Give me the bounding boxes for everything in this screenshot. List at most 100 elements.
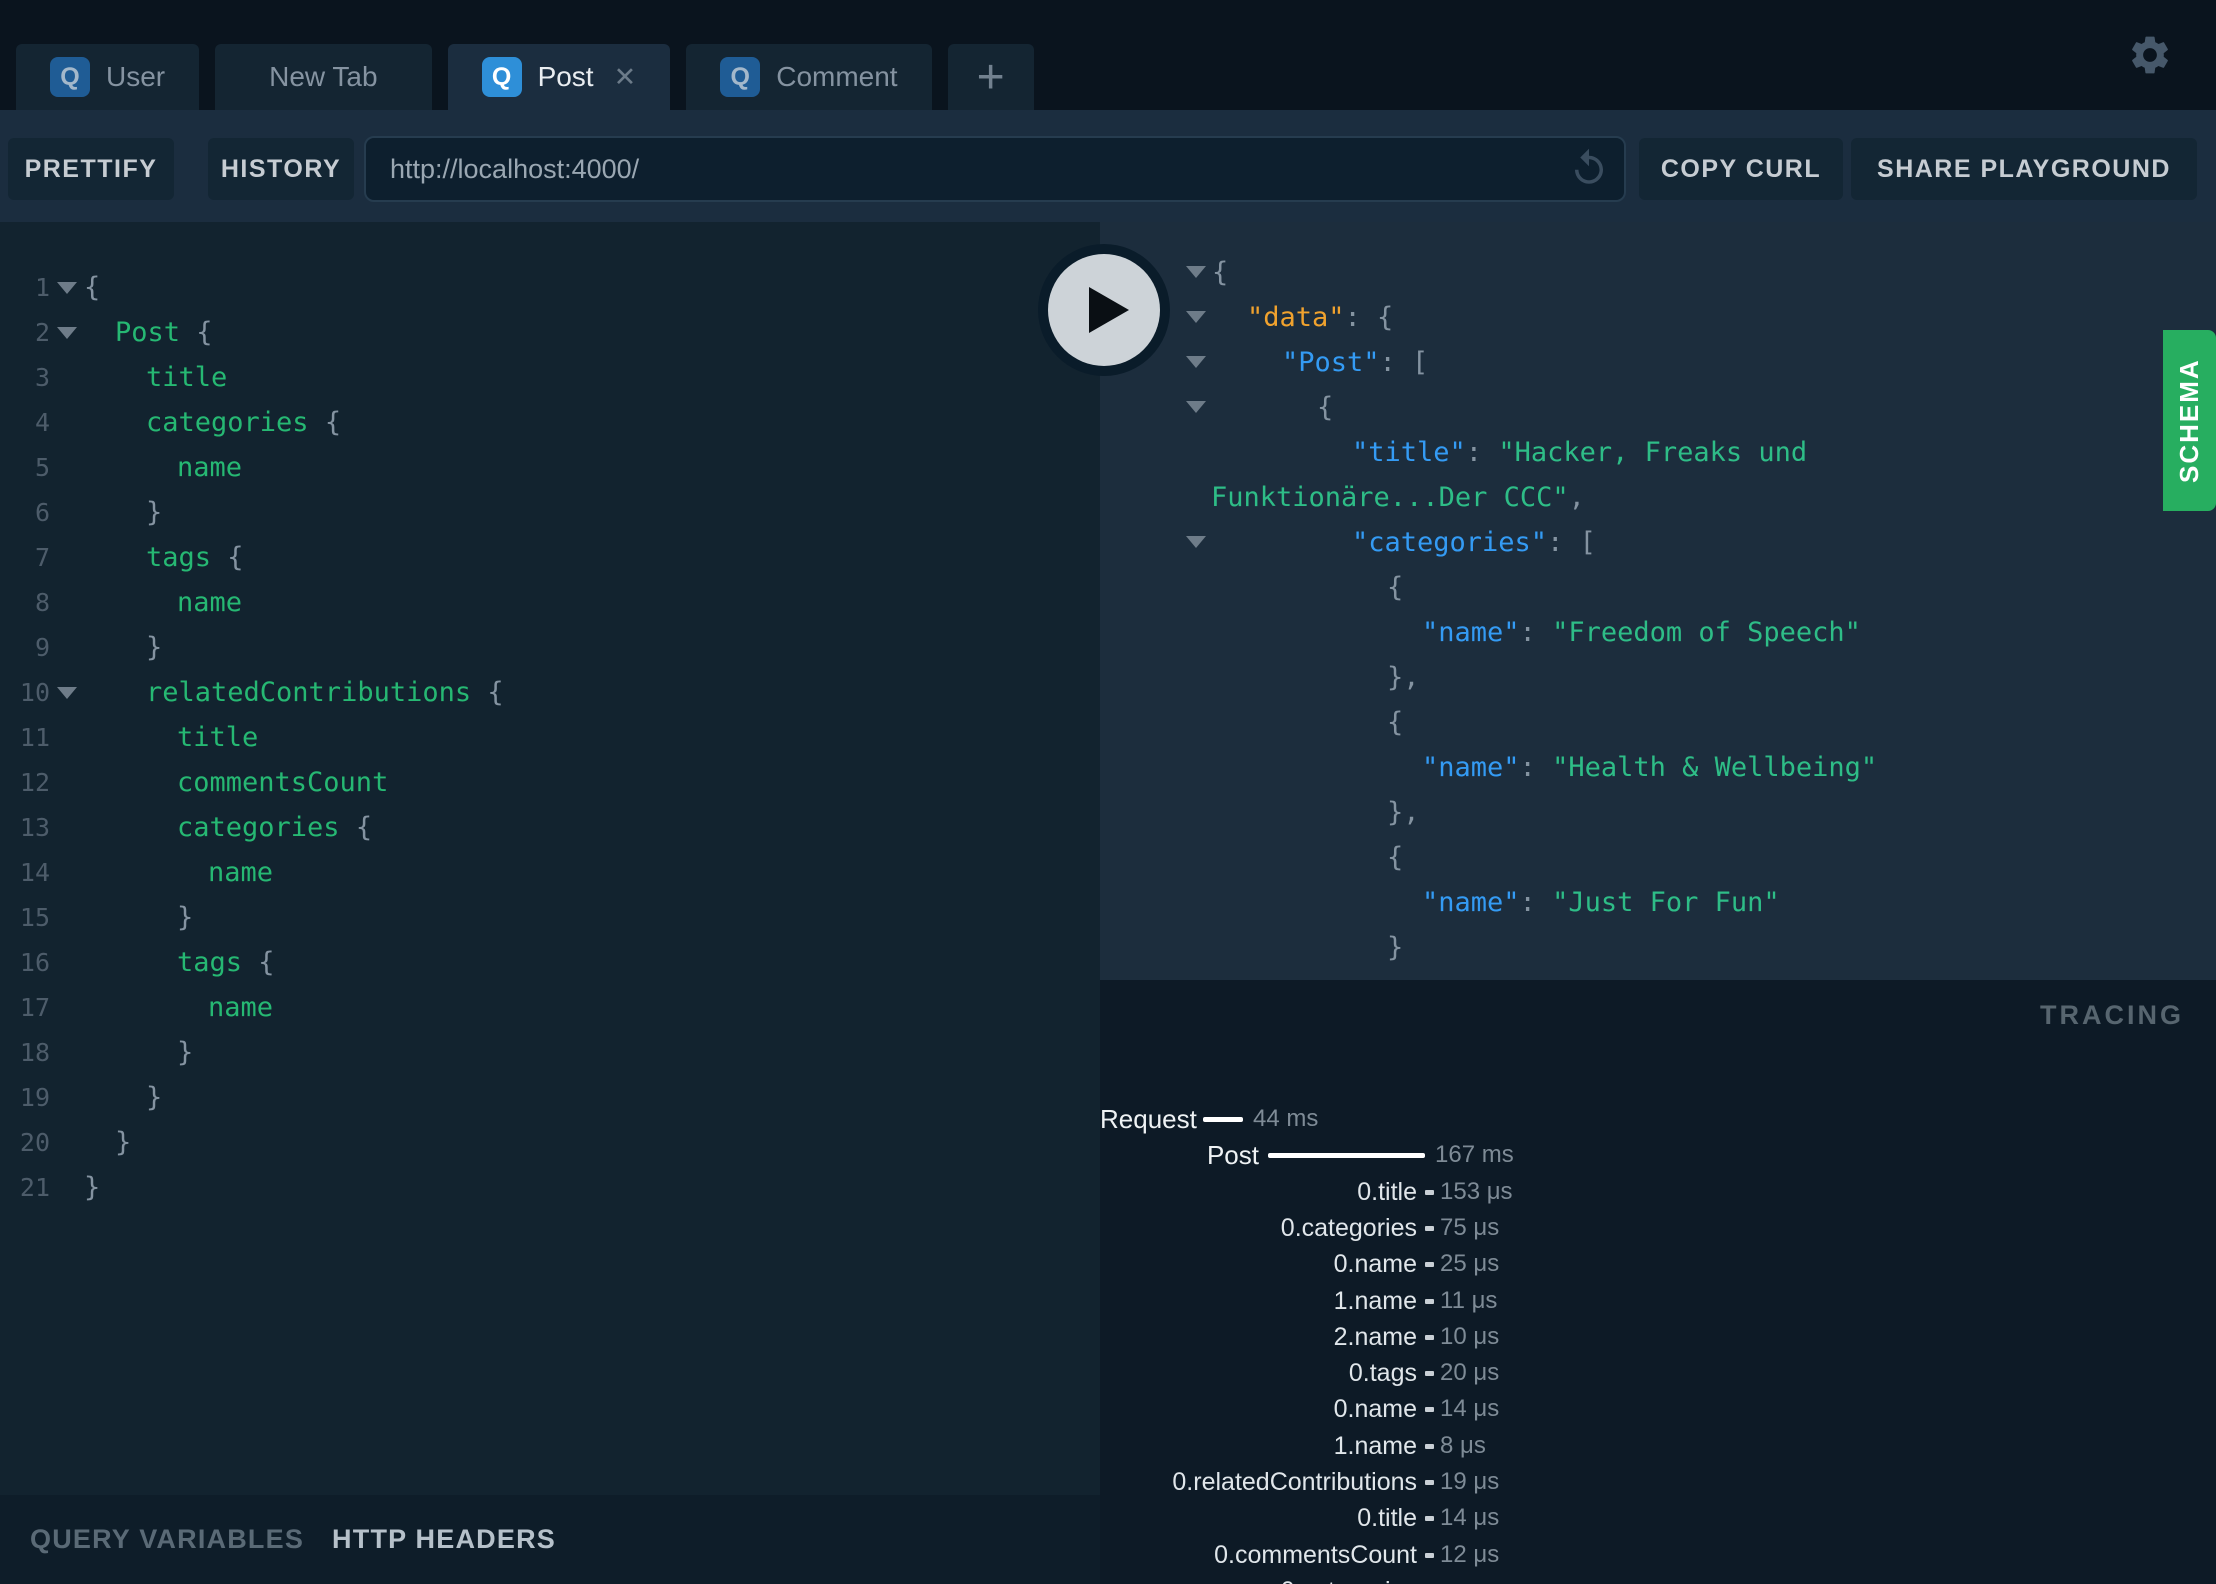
editor-line: 15} [0, 895, 1100, 940]
code-token: Post [115, 317, 181, 348]
code-token: relatedContributions [146, 677, 472, 708]
json-token: : [1465, 437, 1499, 468]
tab-user[interactable]: Q User [16, 44, 200, 110]
json-token: : { [1344, 302, 1394, 333]
code-token: tags [177, 947, 243, 978]
json-token: "title" [1352, 437, 1466, 468]
response-line: { [1100, 385, 2216, 430]
editor-line: 21} [0, 1165, 1100, 1210]
http-headers-tab[interactable]: HTTP HEADERS [332, 1524, 556, 1555]
json-token: { [1387, 842, 1404, 873]
trace-duration-bar [1268, 1152, 1425, 1158]
trace-duration-bar [1203, 1116, 1243, 1122]
editor-line: 19} [0, 1075, 1100, 1120]
fold-arrow-icon[interactable] [1186, 266, 1206, 278]
line-number: 1 [34, 273, 50, 302]
line-number: 21 [19, 1173, 50, 1202]
code-token: } [146, 1082, 163, 1113]
code-token: { [242, 947, 275, 978]
trace-duration-value: 167 ms [1435, 1141, 1514, 1168]
tab-post[interactable]: Q Post ✕ [447, 44, 671, 110]
tab-label: User [106, 61, 166, 92]
url-input[interactable] [366, 153, 1568, 185]
schema-tab[interactable]: SCHEMA [2163, 330, 2216, 511]
trace-label: 0.categories [1280, 1213, 1417, 1242]
code-token: } [146, 497, 163, 528]
trace-duration-value: 25 μs [1440, 1250, 1500, 1277]
trace-duration-value: 8 μs [1440, 1432, 1486, 1459]
code-token: } [115, 1127, 132, 1158]
editor-line: 5 name [0, 445, 1100, 490]
tab-new-tab[interactable]: New Tab [215, 44, 432, 110]
response-line: "categories": [ [1100, 520, 2216, 565]
json-token: : [ [1547, 527, 1596, 558]
response-line: Funktionäre...Der CCC", [1100, 475, 2216, 520]
fold-arrow-icon[interactable] [1186, 401, 1206, 413]
response-line: ] [1100, 970, 2216, 980]
trace-label: 0.name [1333, 1394, 1417, 1423]
new-tab-button[interactable]: + [947, 44, 1034, 110]
editor-line: 6} [0, 490, 1100, 535]
trace-dash [1425, 1443, 1434, 1449]
json-token: "Health & Wellbeing" [1552, 752, 1878, 783]
close-icon[interactable]: ✕ [614, 62, 637, 93]
json-token: { [1212, 257, 1229, 288]
prettify-button[interactable]: PRETTIFY [8, 138, 174, 200]
reload-endpoint-button[interactable] [1568, 147, 1610, 191]
fold-arrow-icon[interactable] [1186, 356, 1206, 368]
tracing-row: 0.title 14 μs [1100, 1500, 1499, 1536]
json-token: "categories" [1352, 527, 1548, 558]
line-number: 6 [34, 498, 50, 527]
trace-label: Request [1100, 1103, 1197, 1134]
fold-arrow-icon[interactable] [1186, 536, 1206, 548]
fold-arrow-icon[interactable] [57, 326, 77, 339]
code-token: commentsCount [177, 767, 389, 798]
tracing-row: 1.name 11 μs [1100, 1283, 1498, 1319]
code-token: { [84, 272, 101, 303]
fold-gutter [50, 281, 84, 294]
history-button[interactable]: HISTORY [208, 138, 354, 200]
json-token: Funktionäre...Der CCC" [1211, 482, 1569, 513]
fold-arrow-icon[interactable] [57, 686, 77, 699]
trace-dash [1425, 1515, 1434, 1521]
line-number: 16 [19, 948, 50, 977]
tracing-row: Request 44 ms [1100, 1101, 1318, 1137]
tracing-row: 0.categories [1100, 1573, 1440, 1584]
settings-button[interactable] [2126, 32, 2174, 80]
json-token: , [1568, 482, 1585, 513]
trace-label: 0.name [1333, 1249, 1417, 1278]
fold-arrow-icon[interactable] [1186, 311, 1206, 323]
execute-query-button[interactable] [1038, 244, 1170, 376]
query-badge: Q [481, 57, 522, 97]
tracing-row: Post 167 ms [1100, 1137, 1514, 1173]
line-number: 17 [19, 993, 50, 1022]
trace-label: 0.title [1357, 1177, 1417, 1206]
json-token: : [1519, 752, 1553, 783]
json-token: : [1519, 617, 1553, 648]
editor-line: 3 title [0, 355, 1100, 400]
response-line: "title": "Hacker, Freaks und [1100, 430, 2216, 475]
trace-dash [1425, 1334, 1434, 1340]
fold-arrow-icon[interactable] [57, 281, 77, 294]
share-playground-button[interactable]: SHARE PLAYGROUND [1851, 138, 2197, 200]
editor-line: 20} [0, 1120, 1100, 1165]
line-number: 18 [19, 1038, 50, 1067]
line-number: 15 [19, 903, 50, 932]
line-number: 12 [19, 768, 50, 797]
query-badge: Q [50, 57, 90, 97]
query-badge: Q [720, 57, 761, 97]
code-token: name [208, 857, 274, 888]
json-token: "Post" [1282, 347, 1380, 378]
play-icon [1048, 254, 1160, 366]
line-number: 14 [19, 858, 50, 887]
query-editor[interactable]: 1{2 Post {3 title 4 categories {5 name 6} 7 tags… [0, 222, 1100, 1495]
copy-curl-button[interactable]: COPY CURL [1639, 138, 1843, 200]
query-variables-tab[interactable]: QUERY VARIABLES [30, 1524, 304, 1555]
json-token: "Freedom of Speech" [1552, 617, 1861, 648]
trace-label: 0.commentsCount [1214, 1540, 1417, 1569]
line-number: 9 [34, 633, 50, 662]
fold-gutter [50, 686, 84, 699]
trace-label: 0.categories [1100, 1577, 1417, 1584]
tab-comment[interactable]: Q Comment [686, 44, 932, 110]
undo-icon [1568, 148, 1610, 192]
